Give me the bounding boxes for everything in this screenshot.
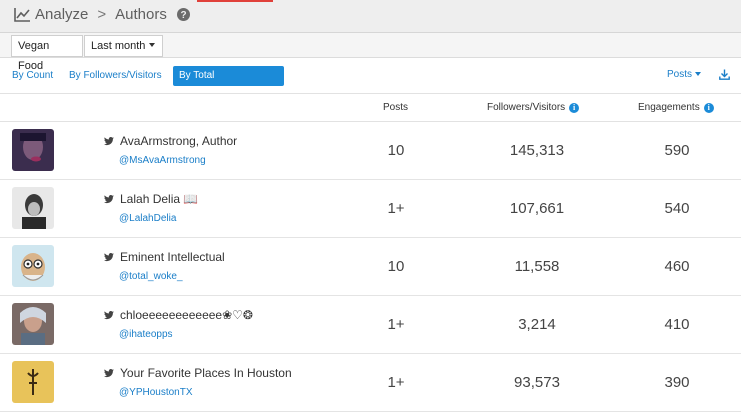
tab-by-count[interactable]: By Count [6,66,59,86]
author-name-text: Eminent Intellectual [120,250,225,264]
twitter-icon [104,194,114,203]
twitter-icon [104,368,114,377]
posts-dropdown-label: Posts [666,69,692,80]
info-icon[interactable]: i [703,102,714,113]
breadcrumb-authors: Authors [115,6,167,23]
author-name: Eminent Intellectual [104,250,225,264]
table-row[interactable]: AvaArmstrong, Author @MsAvaArmstrong 10 … [0,122,741,180]
author-handle[interactable]: @YPHoustonTX [119,387,193,398]
topic-filter-button[interactable]: Vegan Food [11,35,83,72]
followers-count: 107,661 [509,200,565,217]
avatar[interactable] [12,245,54,287]
filter-bar: Vegan Food Last month [0,33,741,72]
info-icon[interactable]: i [569,102,580,113]
tab-by-followers-visitors[interactable]: By Followers/Visitors [63,66,168,86]
engagements-count: 540 [664,200,690,217]
twitter-icon [104,136,114,145]
author-handle[interactable]: @total_woke_ [119,271,183,282]
followers-count: 145,313 [509,142,565,159]
sort-tabs: By Count By Followers/Visitors By Total … [0,63,741,101]
table-row[interactable]: Lalah Delia 📖 @LalahDelia 1+ 107,661 540 [0,180,741,238]
table-row[interactable]: Eminent Intellectual @total_woke_ 10 11,… [0,238,741,296]
author-handle[interactable]: @ihateopps [119,329,173,340]
column-posts[interactable]: Posts [383,102,408,113]
author-handle[interactable]: @LalahDelia [119,213,176,224]
author-name-text: AvaArmstrong, Author [120,134,238,148]
caret-down-icon [149,43,156,47]
column-posts-label: Posts [383,102,409,113]
table-row[interactable]: Your Favorite Places In Houston @YPHoust… [0,354,741,412]
author-name: chloeeeeeeeeeeee❀♡❂ [104,308,253,322]
caret-down-icon [695,72,701,76]
period-dropdown[interactable]: Last month [84,35,163,57]
avatar[interactable] [12,303,54,345]
breadcrumb-analyze[interactable]: Analyze [35,6,88,23]
followers-count: 11,558 [514,258,560,275]
author-name: AvaArmstrong, Author [104,134,237,148]
help-icon[interactable]: ? [176,8,190,21]
author-name: Lalah Delia 📖 [104,192,198,206]
download-icon[interactable] [719,69,730,80]
avatar[interactable] [12,361,54,403]
author-name: Your Favorite Places In Houston [104,366,292,380]
breadcrumb: Analyze > Authors ? [14,6,190,23]
posts-count: 1+ [387,200,405,217]
avatar[interactable] [12,187,54,229]
posts-count: 1+ [387,374,405,391]
column-engagements-label: Engagements [638,102,700,113]
column-followers-label: Followers/Visitors [487,102,566,113]
posts-dropdown[interactable]: Posts [667,69,701,80]
period-label: Last month [91,40,146,52]
engagements-count: 410 [664,316,690,333]
posts-count: 1+ [387,316,405,333]
author-name-text: Your Favorite Places In Houston [120,366,292,380]
posts-count: 10 [387,258,405,275]
engagements-count: 390 [664,374,690,391]
followers-count: 3,214 [518,316,556,333]
author-name-text: chloeeeeeeeeeeee❀♡❂ [120,308,253,322]
svg-text:?: ? [180,10,186,21]
twitter-icon [104,252,114,261]
followers-count: 93,573 [514,374,560,391]
breadcrumb-separator: > [97,6,107,23]
posts-count: 10 [387,142,405,159]
line-chart-icon [14,8,30,22]
engagements-count: 460 [664,258,690,275]
engagements-count: 590 [664,142,690,159]
active-indicator [197,0,273,2]
table-row[interactable]: chloeeeeeeeeeeee❀♡❂ @ihateopps 1+ 3,214 … [0,296,741,354]
author-name-text: Lalah Delia 📖 [120,192,199,206]
tab-by-total-engagements[interactable]: By Total Engagements [173,66,284,101]
table-header: Posts Followers/Visitors i Engagements i [0,93,741,122]
column-engagements[interactable]: Engagements i [638,102,714,113]
column-followers-visitors[interactable]: Followers/Visitors i [487,102,580,113]
avatar[interactable] [12,129,54,171]
author-handle[interactable]: @MsAvaArmstrong [119,155,206,166]
top-bar: Analyze > Authors ? [0,0,741,33]
twitter-icon [104,310,114,319]
